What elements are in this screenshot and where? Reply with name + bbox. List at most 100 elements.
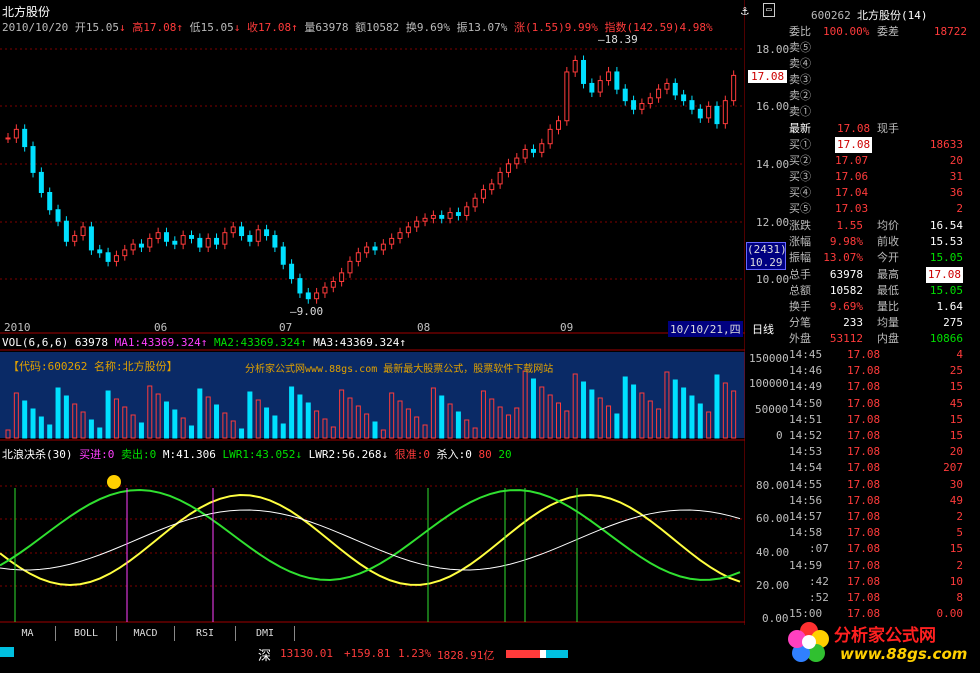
anchor-icon[interactable]: ⚓ (741, 4, 749, 19)
volume-bar (581, 381, 587, 439)
tab-rsi[interactable]: RSI (175, 626, 236, 641)
volume-bar (480, 390, 486, 439)
candle-body (414, 220, 420, 228)
candle-body (189, 235, 194, 239)
candle-body (305, 292, 311, 300)
volume-bar (80, 411, 86, 439)
chart-area[interactable] (0, 0, 745, 625)
price-tick: 18.00 (756, 43, 790, 56)
candle-body (47, 192, 53, 211)
volume-bar (464, 419, 470, 439)
candle-body (647, 97, 653, 105)
sell-row[interactable]: 卖③ (787, 72, 977, 88)
quote-amount: 额10582 (355, 21, 400, 34)
candle-body (80, 226, 86, 237)
sell-row[interactable]: 卖⑤ (787, 40, 977, 56)
period-label[interactable]: 日线 (752, 321, 774, 337)
volume-bar (414, 416, 420, 439)
candle-body (614, 71, 620, 90)
logo-url: www.88gs.com (840, 645, 968, 663)
quote-volume: 量63978 (304, 21, 349, 34)
candle-body (380, 243, 386, 251)
volume-bar (138, 422, 144, 439)
tick-row: 14:58 17.08 5 (789, 526, 963, 540)
vol-ma1: MA1:43369.324 (114, 336, 201, 349)
volume-bar (239, 428, 245, 439)
volume-bar (622, 376, 628, 439)
quote-change: 涨(1.55)9.99% (513, 21, 598, 34)
candle-body (631, 100, 637, 110)
volume-bar (105, 390, 111, 439)
candle-body (539, 143, 545, 153)
buy-row[interactable]: 买② 17.07 20 (787, 153, 977, 169)
candle-body (581, 59, 587, 84)
sell-row[interactable]: 卖① (787, 104, 977, 120)
quote-amplitude: 振13.07% (456, 21, 508, 34)
volume-bar (72, 403, 78, 439)
volume-bar (339, 389, 345, 439)
candle-body (589, 82, 595, 93)
candle-body (147, 237, 153, 248)
tick-row: 14:50 17.08 45 (789, 396, 963, 410)
vol-tick: 0 (776, 429, 783, 442)
volume-bar (63, 395, 69, 439)
candle-body (681, 94, 687, 102)
volume-bar (522, 370, 528, 439)
candle-body (514, 157, 520, 165)
quote-turnover: 换9.69% (405, 21, 450, 34)
tick-row: 14:57 17.08 2 (789, 510, 963, 523)
tick-row: 14:56 17.08 49 (789, 493, 963, 507)
buy-row[interactable]: 买⑤ 17.03 2 (787, 201, 977, 217)
candle-body (222, 232, 228, 245)
indicator-header: 北浪决杀(30) 买进:0 卖出:0 M:41.306 LWR1:43.052↓… (2, 448, 512, 461)
candle-body (22, 128, 28, 148)
volume-bar (205, 396, 211, 439)
candle-body (314, 292, 320, 300)
volume-bar (672, 379, 678, 439)
candle-body (97, 249, 103, 254)
watermark-code: 【代码:600262 名称:北方股份】 (8, 360, 178, 373)
buy-row[interactable]: 买③ 17.06 31 (787, 169, 977, 185)
candle-body (130, 243, 136, 251)
tab-dmi[interactable]: DMI (236, 626, 295, 641)
volume-bar (222, 412, 228, 439)
volume-bar (706, 411, 712, 439)
volume-bar (13, 392, 19, 439)
tick-row: 14:54 17.08 207 (789, 461, 963, 475)
tab-ma[interactable]: MA (0, 626, 56, 641)
volume-bar (364, 413, 370, 439)
restore-icon[interactable]: ▭ (763, 3, 775, 17)
candle-body (247, 235, 253, 242)
ind-tick: 0.00 (762, 612, 789, 625)
buy-row[interactable]: 买① 17.08 18633 (787, 137, 977, 153)
tab-macd[interactable]: MACD (117, 626, 175, 641)
candle-body (88, 226, 94, 251)
cursor-price-box: (2431) 10.29 (746, 242, 787, 270)
site-logo: 分析家公式网 www.88gs.com (786, 613, 976, 671)
sell-row[interactable]: 卖② (787, 88, 977, 104)
ind-80: 80 (478, 448, 492, 461)
tab-boll[interactable]: BOLL (56, 626, 117, 641)
tick-row: 14:46 17.08 25 (789, 364, 963, 378)
candle-body (706, 105, 712, 119)
candle-body (13, 128, 19, 139)
volume-bar (505, 414, 511, 439)
vol-value: 63978 (74, 336, 108, 349)
candle-body (497, 171, 503, 185)
volume-bar (372, 421, 378, 439)
ind-20: 20 (498, 448, 512, 461)
buy-row[interactable]: 买④ 17.04 36 (787, 185, 977, 201)
high-mark: —18.39 (598, 33, 638, 46)
volume-bar (122, 406, 128, 439)
indicator-line-green (0, 489, 741, 581)
price-tick: 16.00 (756, 100, 790, 113)
tick-row: 14:49 17.08 15 (789, 380, 963, 394)
volume-bar (130, 414, 136, 439)
candle-body (397, 232, 403, 239)
weibi-row: 委比 100.00% 委差 18722 (789, 25, 967, 38)
vol-ma2: MA2:43369.324 (213, 336, 301, 349)
candle-body (572, 59, 578, 73)
volume-bar (497, 406, 503, 439)
volume-bar (97, 427, 103, 439)
sell-row[interactable]: 卖④ (787, 56, 977, 72)
